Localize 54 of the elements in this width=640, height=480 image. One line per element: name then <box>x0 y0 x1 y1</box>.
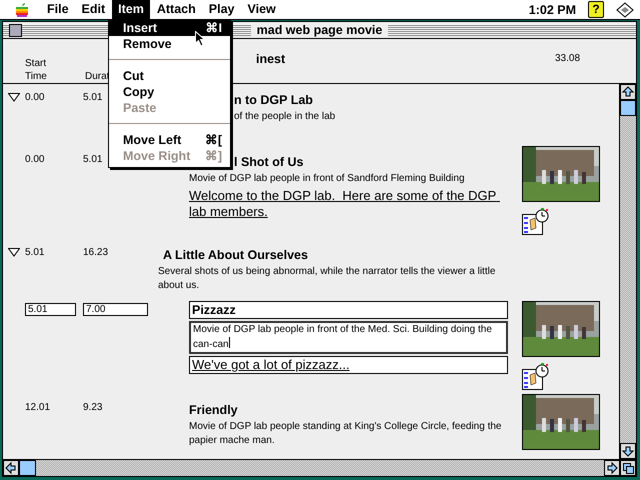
application-icon[interactable] <box>616 2 634 18</box>
menu-title[interactable]: View <box>241 0 282 19</box>
clip-title: l Shot of Us <box>234 154 304 170</box>
duration: 16.23 <box>83 247 108 258</box>
clip-description: of the people in the lab <box>234 110 336 124</box>
window-title: mad web page movie <box>250 23 388 37</box>
film-clock-icon[interactable] <box>522 208 549 235</box>
menu-item[interactable]: Remove <box>109 36 230 52</box>
narration-link[interactable]: Welcome to the DGP lab. Here are some of the DGP lab members. <box>189 188 508 220</box>
menu-item[interactable]: Insert ⌘I <box>109 20 230 36</box>
start-time: 0.00 <box>25 92 44 103</box>
resize-box-icon[interactable] <box>620 460 636 476</box>
movie-title: inest <box>256 52 286 66</box>
column-label: Start <box>25 57 48 70</box>
apple-logo-icon[interactable] <box>15 2 29 18</box>
clock: 1:02 PM <box>528 2 576 16</box>
menu-title[interactable]: Attach <box>150 0 202 19</box>
clip-title: Friendly <box>189 402 239 418</box>
menu-title[interactable]: Play <box>202 0 240 19</box>
horizontal-scrollbar[interactable] <box>3 459 636 476</box>
pointer-icon <box>195 31 206 47</box>
clip-description: Movie of DGP lab people in front of Sandford Fleming Building <box>189 172 466 186</box>
menu-item[interactable]: Cut <box>109 68 230 84</box>
clip-title: Pizzazz <box>189 301 508 319</box>
scroll-thumb[interactable] <box>620 100 636 116</box>
start-time: 5.01 <box>25 247 44 258</box>
clip-description: Several shots of us being abnormal, while the narrator tells the viewer a little about us. <box>158 265 496 293</box>
clip-description[interactable]: Movie of DGP lab people in front of the Med. Sci. Building doing the can-can <box>189 321 508 354</box>
narration-link[interactable]: We've got a lot of pizzazz... <box>189 356 508 374</box>
text-cursor <box>228 337 230 348</box>
start-time: 12.01 <box>25 402 50 413</box>
close-box[interactable] <box>9 24 22 37</box>
start-time: 0.00 <box>25 154 44 165</box>
duration: 5.01 <box>83 92 102 103</box>
vertical-scrollbar[interactable] <box>619 84 636 459</box>
menu-item[interactable]: Copy <box>109 84 230 100</box>
scroll-thumb[interactable] <box>19 460 36 476</box>
film-clock-icon[interactable] <box>522 363 549 390</box>
menu-title[interactable]: Edit <box>76 0 112 19</box>
clip-title: A Little About Ourselves <box>162 247 309 263</box>
start-time-field[interactable]: 5.01 <box>25 303 76 316</box>
duration: 5.01 <box>83 154 102 165</box>
clip-description: Movie of DGP lab people standing at King's College Circle, feeding the papier mache man. <box>189 420 502 448</box>
column-label: Time <box>25 70 48 83</box>
menu-title[interactable]: Item <box>112 0 150 19</box>
total-time: 33.08 <box>555 53 580 64</box>
duration: 9.23 <box>83 402 102 413</box>
clip-title: n to DGP Lab <box>234 92 313 108</box>
expanded-triangle-icon[interactable] <box>8 92 20 102</box>
menu-item[interactable]: Move Left ⌘[ <box>109 132 230 148</box>
menu-title[interactable]: File <box>41 0 75 19</box>
duration-field[interactable]: 7.00 <box>83 303 148 316</box>
help-icon[interactable]: ? <box>588 1 604 18</box>
expanded-triangle-icon[interactable] <box>8 248 20 258</box>
